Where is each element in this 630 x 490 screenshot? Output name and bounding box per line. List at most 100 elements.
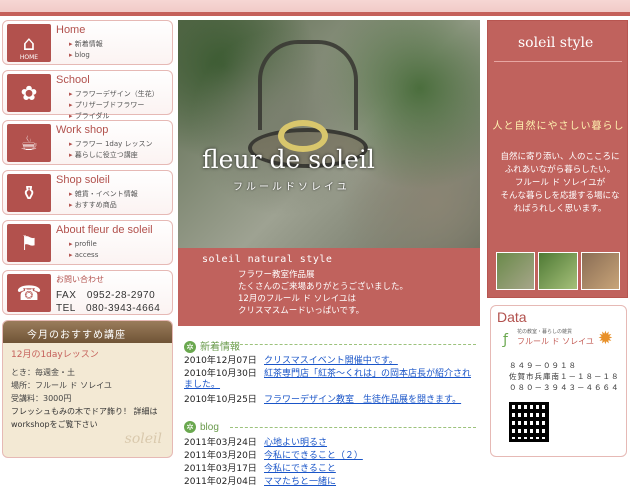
nav-school-title[interactable]: School bbox=[56, 74, 90, 86]
flower-icon[interactable]: ✿ bbox=[7, 74, 51, 112]
nav-about-link-profile[interactable]: profile bbox=[69, 239, 98, 250]
left-nav: ⌂HOME Home 新着情報 blog ✿ School フラワーデザイン（生… bbox=[2, 20, 173, 458]
data-tel: ０８０－３９４３－４６６４ bbox=[509, 383, 620, 392]
news-row: 2010年10月30日 紅茶専門店「紅茶～くれは」の岡本店長が紹介されました。 bbox=[184, 369, 476, 391]
logo-name: フルール ド ソレイユ bbox=[517, 337, 594, 346]
data-address: 佐賀市兵庫南１－１８－１８ bbox=[509, 372, 620, 381]
news-link[interactable]: クリスマスイベント開催中です。 bbox=[264, 356, 398, 366]
style-body-line: ふれあいながら暮らしたい。 bbox=[504, 165, 616, 175]
blog-link[interactable]: 今私にできること bbox=[264, 464, 336, 474]
nav-home-link-news[interactable]: 新着情報 bbox=[69, 39, 103, 50]
natural-style-title: soleil natural style bbox=[202, 254, 333, 265]
home-icon-label: HOME bbox=[19, 54, 39, 61]
style-body-line: ればうれしく思います。 bbox=[513, 204, 607, 214]
news-link[interactable]: フラワーデザイン教室 生徒作品展を開きます。 bbox=[264, 395, 461, 405]
style-tagline: 人と自然にやさしい暮らし bbox=[492, 121, 625, 132]
news-date: 2010年10月25日 bbox=[184, 395, 257, 405]
leaf-icon: ✲ bbox=[184, 421, 196, 433]
course-title: 12月の1dayレッスン bbox=[11, 350, 99, 360]
thumbnail-image[interactable] bbox=[538, 252, 578, 290]
blog-date: 2011年03月24日 bbox=[184, 438, 257, 448]
nav-shop-link-recommended[interactable]: おすすめ商品 bbox=[69, 200, 138, 211]
recommended-course: 今月のおすすめ講座 12月の1dayレッスン とき：毎週金・土 場所：フルール … bbox=[2, 320, 173, 458]
course-fee: 受講料：3000円 bbox=[11, 394, 72, 403]
data-panel: Data ƒ 花の教室・暮らしの雑貨 フルール ド ソレイユ ✹ ８４９－０９１… bbox=[490, 305, 627, 457]
nav-shop[interactable]: ⚱ Shop soleil 雑貨・イベント情報 おすすめ商品 bbox=[2, 170, 173, 215]
style-divider bbox=[494, 61, 622, 62]
nav-about-title[interactable]: About fleur de soleil bbox=[56, 224, 153, 236]
nav-school-link-flower-design[interactable]: フラワーデザイン（生花） bbox=[69, 89, 159, 100]
style-title: soleil style bbox=[518, 35, 594, 51]
nav-shop-title[interactable]: Shop soleil bbox=[56, 174, 110, 186]
nav-about-link-access[interactable]: access bbox=[69, 250, 99, 261]
course-watermark: soleil bbox=[124, 431, 162, 447]
blog-row: 2011年03月20日 今私にできること（２） bbox=[184, 451, 363, 462]
sun-icon: ✹ bbox=[597, 328, 613, 349]
blog-link[interactable]: 心地よい明るさ bbox=[264, 438, 327, 448]
natural-line: 12月のフルール ド ソレイユは bbox=[238, 294, 357, 304]
contact-title: お問い合わせ bbox=[56, 275, 104, 284]
blog-row: 2011年03月17日 今私にできること bbox=[184, 464, 336, 475]
blog-link[interactable]: ママたちと一緒に bbox=[264, 477, 336, 487]
news-divider bbox=[230, 344, 476, 345]
news-heading: ✲ 新着情報 bbox=[184, 338, 240, 353]
nav-workshop-link-lifestyle[interactable]: 暮らしに役立つ講座 bbox=[69, 150, 153, 161]
watering-can-icon[interactable]: ⚱ bbox=[7, 174, 51, 212]
course-place: 場所：フルール ド ソレイユ bbox=[11, 381, 112, 390]
nav-workshop[interactable]: ☕ Work shop フラワー 1day レッスン 暮らしに役立つ講座 bbox=[2, 120, 173, 165]
thumbnail-image[interactable] bbox=[580, 252, 620, 290]
data-zip: ８４９－０９１８ bbox=[509, 361, 577, 370]
nav-school[interactable]: ✿ School フラワーデザイン（生花） プリザーブドフラワー ブライダル bbox=[2, 70, 173, 120]
data-title: Data bbox=[497, 309, 527, 325]
contact-box: ☎ お問い合わせ FAX 0952-28-2970 TEL 080-3943-4… bbox=[2, 270, 173, 315]
flag-icon[interactable]: ⚑ bbox=[7, 224, 51, 262]
house-icon[interactable]: ⌂ HOME bbox=[7, 24, 51, 62]
hero-title: fleur de soleil bbox=[202, 145, 375, 174]
course-heading: 今月のおすすめ講座 bbox=[3, 321, 172, 343]
nav-workshop-title[interactable]: Work shop bbox=[56, 124, 108, 136]
natural-style-panel: soleil natural style フラワー教室作品展 たくさんのご来場あ… bbox=[178, 248, 480, 326]
qr-code-icon bbox=[509, 402, 549, 442]
nav-about[interactable]: ⚑ About fleur de soleil profile access bbox=[2, 220, 173, 265]
news-row: 2010年10月25日 フラワーデザイン教室 生徒作品展を開きます。 bbox=[184, 395, 461, 406]
top-stripe bbox=[0, 12, 630, 16]
news-date: 2010年12月07日 bbox=[184, 356, 257, 366]
style-body-line: 自然に寄り添い、人のこころに bbox=[500, 152, 620, 162]
shop-logo: ƒ 花の教室・暮らしの雑貨 フルール ド ソレイユ ✹ bbox=[503, 328, 613, 356]
photo-thumbnails bbox=[496, 252, 620, 290]
nav-home-title[interactable]: Home bbox=[56, 24, 85, 36]
blog-date: 2011年02月04日 bbox=[184, 477, 257, 487]
hero-image: fleur de soleil フルールドソレイユ bbox=[178, 20, 480, 248]
nav-school-link-preserved[interactable]: プリザーブドフラワー bbox=[69, 100, 159, 111]
phone-icon: ☎ bbox=[7, 274, 51, 312]
blog-date: 2011年03月20日 bbox=[184, 451, 257, 461]
chair-illustration bbox=[258, 40, 358, 130]
leaf-icon: ✲ bbox=[184, 341, 196, 353]
blog-heading: ✲ blog bbox=[184, 421, 219, 433]
natural-line: クリスマスムードいっぱいです。 bbox=[238, 306, 365, 316]
blog-heading-label: blog bbox=[200, 422, 219, 433]
nav-home[interactable]: ⌂HOME Home 新着情報 blog bbox=[2, 20, 173, 65]
blog-date: 2011年03月17日 bbox=[184, 464, 257, 474]
top-banner bbox=[0, 0, 630, 16]
hero-subtitle: フルールドソレイユ bbox=[233, 182, 350, 193]
blog-divider bbox=[230, 427, 476, 428]
nav-shop-link-goods[interactable]: 雑貨・イベント情報 bbox=[69, 189, 138, 200]
contact-tel: TEL 080-3943-4664 bbox=[56, 303, 161, 314]
style-body-line: フルール ド ソレイユが bbox=[514, 178, 606, 188]
natural-line: フラワー教室作品展 bbox=[238, 270, 315, 280]
thumbnail-image[interactable] bbox=[496, 252, 536, 290]
blog-row: 2011年03月24日 心地よい明るさ bbox=[184, 438, 327, 449]
course-when: とき：毎週金・土 bbox=[11, 368, 75, 377]
natural-line: たくさんのご来場ありがとうございました。 bbox=[238, 282, 409, 292]
news-date: 2010年10月30日 bbox=[184, 369, 257, 379]
course-description[interactable]: フレッシュもみの木でドア飾り！ 詳細はworkshopをご覧下さい bbox=[11, 405, 164, 431]
news-row: 2010年12月07日 クリスマスイベント開催中です。 bbox=[184, 356, 398, 367]
logo-leaf-icon: ƒ bbox=[503, 332, 508, 348]
nav-home-link-blog[interactable]: blog bbox=[69, 50, 103, 61]
logo-caption: 花の教室・暮らしの雑貨 bbox=[517, 329, 573, 335]
nav-workshop-link-1day[interactable]: フラワー 1day レッスン bbox=[69, 139, 153, 150]
style-body-line: そんな暮らしを応援する場にな bbox=[500, 191, 620, 201]
cup-icon[interactable]: ☕ bbox=[7, 124, 51, 162]
blog-link[interactable]: 今私にできること（２） bbox=[264, 451, 363, 461]
